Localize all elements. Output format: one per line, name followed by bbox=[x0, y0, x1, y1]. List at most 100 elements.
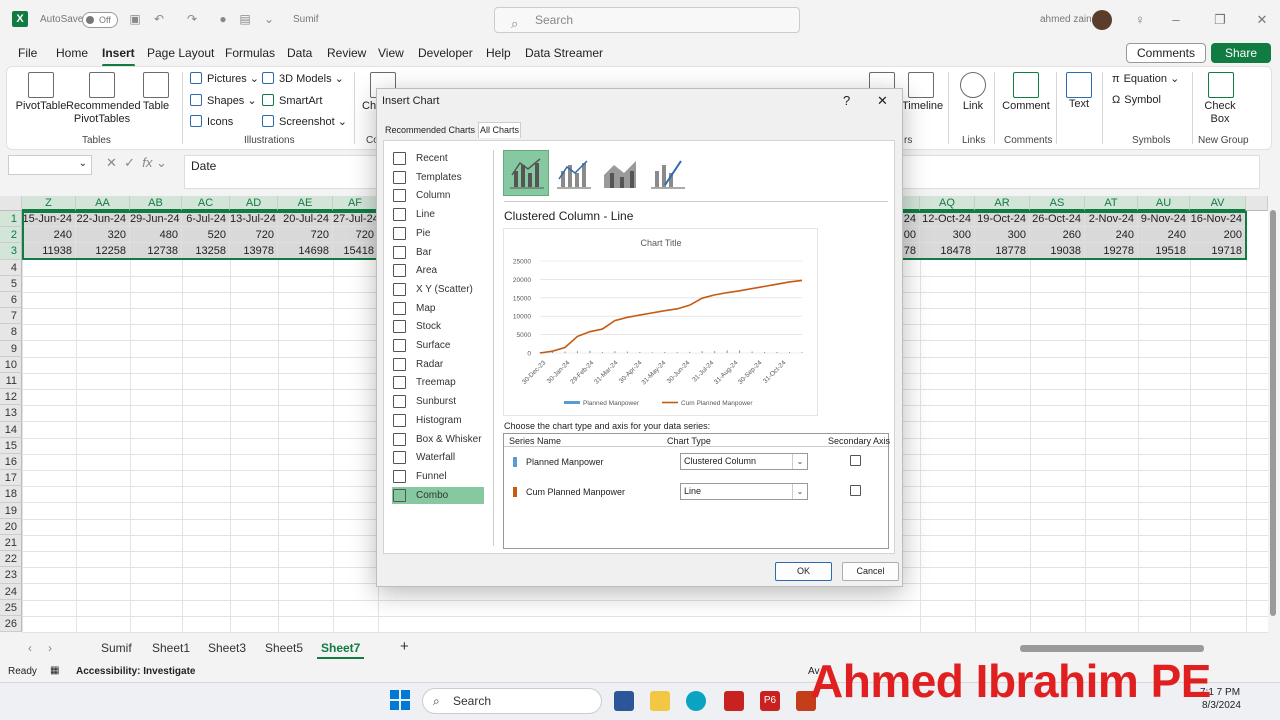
row-header[interactable]: 1 bbox=[0, 211, 22, 228]
icons-button[interactable]: Icons bbox=[190, 115, 233, 128]
cell[interactable]: 16-Nov-24 bbox=[1190, 211, 1246, 228]
cell[interactable]: 12-Oct-24 bbox=[920, 211, 975, 228]
cell[interactable]: 200 bbox=[1190, 227, 1246, 244]
chart-type-sunburst[interactable]: Sunburst bbox=[392, 393, 484, 410]
restore-icon[interactable]: ❐ bbox=[1210, 12, 1230, 28]
column-header[interactable]: AT bbox=[1085, 196, 1138, 211]
recommended-pivottables-button[interactable]: Recommended PivotTables bbox=[66, 100, 141, 126]
symbol-button[interactable]: Ω Symbol bbox=[1112, 94, 1161, 106]
file-name[interactable]: Sumif bbox=[293, 14, 319, 25]
column-header[interactable] bbox=[903, 196, 920, 211]
comment-button[interactable]: Comment bbox=[1002, 100, 1050, 113]
share-button[interactable]: Share bbox=[1211, 43, 1271, 63]
subtype-stacked-area-column[interactable] bbox=[597, 150, 643, 196]
secondary-axis-checkbox[interactable] bbox=[850, 455, 861, 466]
column-header[interactable]: AD bbox=[230, 196, 278, 211]
file-explorer-icon[interactable] bbox=[650, 691, 670, 711]
sheet-tab[interactable]: Sheet3 bbox=[208, 641, 246, 655]
menu-file[interactable]: File bbox=[18, 46, 37, 60]
timeline-button[interactable]: Timeline bbox=[902, 100, 943, 113]
row-header[interactable]: 2 bbox=[0, 227, 22, 244]
cell[interactable]: 6-Jul-24 bbox=[182, 211, 230, 228]
cell[interactable]: 320 bbox=[76, 227, 130, 244]
lightbulb-icon[interactable]: ♀ bbox=[1130, 12, 1150, 27]
column-header[interactable]: AE bbox=[278, 196, 333, 211]
screenshot-button[interactable]: Screenshot ⌄ bbox=[262, 115, 347, 128]
pictures-button[interactable]: Pictures ⌄ bbox=[190, 72, 259, 85]
menu-view[interactable]: View bbox=[378, 46, 404, 60]
cell[interactable]: 13978 bbox=[230, 243, 278, 260]
search-input[interactable]: ⌕ Search bbox=[494, 7, 800, 33]
add-sheet-icon[interactable]: + bbox=[400, 638, 409, 655]
cancel-button[interactable]: Cancel bbox=[842, 562, 899, 581]
row-header[interactable]: 3 bbox=[0, 243, 22, 260]
accessibility-status[interactable]: Accessibility: Investigate bbox=[76, 666, 196, 677]
name-box[interactable]: ⌄ bbox=[8, 155, 92, 175]
column-header[interactable] bbox=[1246, 196, 1268, 211]
menu-data-streamer[interactable]: Data Streamer bbox=[525, 46, 603, 60]
menu-page-layout[interactable]: Page Layout bbox=[147, 46, 214, 60]
cell[interactable]: 9-Nov-24 bbox=[1138, 211, 1190, 228]
autosave-toggle[interactable]: Off bbox=[82, 12, 118, 28]
column-header[interactable]: AA bbox=[76, 196, 130, 211]
menu-developer[interactable]: Developer bbox=[418, 46, 473, 60]
record-icon[interactable]: ● bbox=[216, 12, 230, 26]
cell[interactable]: 15418 bbox=[333, 243, 378, 260]
cell[interactable]: 15-Jun-24 bbox=[22, 211, 76, 228]
cell[interactable]: 480 bbox=[130, 227, 182, 244]
cell[interactable]: 19278 bbox=[1085, 243, 1138, 260]
row-header[interactable]: 25 bbox=[0, 599, 22, 616]
close-icon[interactable]: ✕ bbox=[877, 93, 888, 109]
row-header[interactable]: 5 bbox=[0, 275, 22, 292]
subtype-custom-combination[interactable] bbox=[644, 150, 690, 196]
column-header[interactable]: AU bbox=[1138, 196, 1190, 211]
menu-review[interactable]: Review bbox=[327, 46, 366, 60]
store-icon[interactable] bbox=[614, 691, 634, 711]
taskbar-search[interactable]: ⌕ Search bbox=[422, 688, 602, 714]
sheet-tab[interactable]: Sheet5 bbox=[265, 641, 303, 655]
function-button[interactable]: fx bbox=[142, 155, 152, 170]
horizontal-scroll-thumb[interactable] bbox=[1020, 645, 1204, 652]
chart-type-area[interactable]: Area bbox=[392, 262, 484, 279]
cell[interactable]: 27-Jul-24 bbox=[333, 211, 378, 228]
cell[interactable]: 240 bbox=[1138, 227, 1190, 244]
cell[interactable]: 720 bbox=[333, 227, 378, 244]
windows-start-icon[interactable] bbox=[390, 690, 410, 710]
cell[interactable]: 11938 bbox=[22, 243, 76, 260]
cell[interactable]: 240 bbox=[1085, 227, 1138, 244]
customize-toolbar-icon[interactable]: ⌄ bbox=[262, 12, 276, 26]
row-header[interactable]: 24 bbox=[0, 583, 22, 600]
next-sheet-icon[interactable]: › bbox=[48, 641, 52, 655]
cell[interactable]: 13258 bbox=[182, 243, 230, 260]
avatar[interactable] bbox=[1092, 10, 1112, 30]
table-button[interactable]: Table bbox=[138, 100, 174, 113]
prev-sheet-icon[interactable]: ‹ bbox=[28, 641, 32, 655]
chart-type-select[interactable]: Line ⌄ bbox=[680, 483, 808, 500]
ok-button[interactable]: OK bbox=[775, 562, 832, 581]
chart-type-radar[interactable]: Radar bbox=[392, 356, 484, 373]
chart-type-line[interactable]: Line bbox=[392, 206, 484, 223]
subtype-column-line-secondary[interactable] bbox=[550, 150, 596, 196]
cell[interactable]: 29-Jun-24 bbox=[130, 211, 182, 228]
chart-type-map[interactable]: Map bbox=[392, 300, 484, 317]
chart-type-templates[interactable]: Templates bbox=[392, 169, 484, 186]
smartart-button[interactable]: SmartArt bbox=[262, 94, 322, 107]
row-header[interactable]: 22 bbox=[0, 551, 22, 568]
row-header[interactable]: 23 bbox=[0, 567, 22, 584]
cell[interactable]: 300 bbox=[920, 227, 975, 244]
column-header[interactable]: AV bbox=[1190, 196, 1246, 211]
3d-models-button[interactable]: 3D Models ⌄ bbox=[262, 72, 344, 85]
row-header[interactable]: 19 bbox=[0, 502, 22, 519]
row-header[interactable]: 9 bbox=[0, 340, 22, 357]
shapes-button[interactable]: Shapes ⌄ bbox=[190, 94, 257, 107]
column-header[interactable]: AR bbox=[975, 196, 1030, 211]
chart-type-column[interactable]: Column bbox=[392, 187, 484, 204]
cell[interactable]: 240 bbox=[22, 227, 76, 244]
row-header[interactable]: 11 bbox=[0, 373, 22, 390]
cell[interactable]: 00 bbox=[903, 227, 920, 244]
row-header[interactable]: 16 bbox=[0, 454, 22, 471]
cell[interactable]: 19718 bbox=[1190, 243, 1246, 260]
comments-button[interactable]: Comments bbox=[1126, 43, 1206, 63]
cell[interactable]: 24 bbox=[903, 211, 920, 228]
chart-type-treemap[interactable]: Treemap bbox=[392, 374, 484, 391]
